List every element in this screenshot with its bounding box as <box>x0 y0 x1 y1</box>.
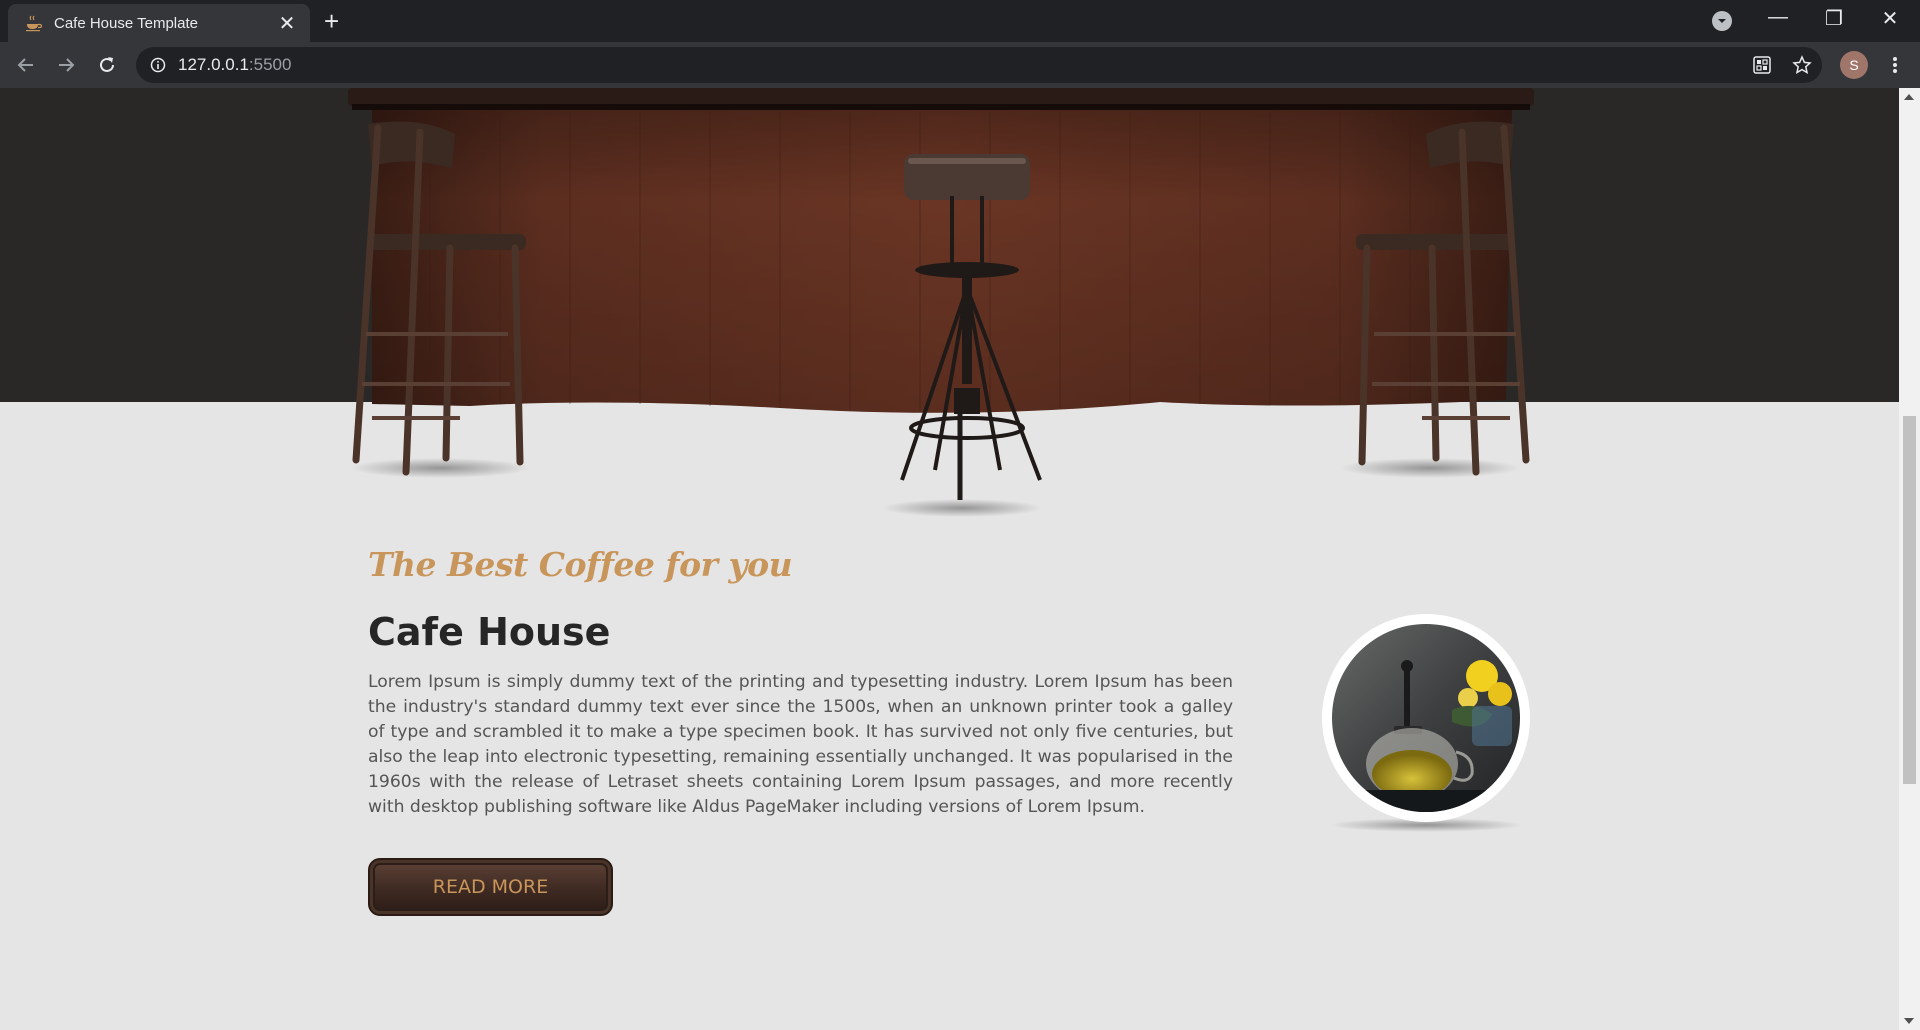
forward-arrow-icon[interactable] <box>52 51 80 79</box>
scroll-thumb[interactable] <box>1903 416 1916 784</box>
close-icon[interactable]: ✕ <box>276 11 298 36</box>
avatar[interactable]: S <box>1840 51 1868 79</box>
tab-search-icon[interactable] <box>1712 11 1732 31</box>
minimize-icon[interactable]: — <box>1758 6 1798 29</box>
menu-dots-icon[interactable] <box>1883 53 1907 77</box>
restore-icon[interactable]: ❐ <box>1814 6 1854 31</box>
bar-counter-with-stools-image <box>348 88 1534 517</box>
window-close-icon[interactable]: ✕ <box>1870 6 1910 31</box>
teapot-circle-image <box>1322 614 1530 822</box>
scroll-down-arrow-icon[interactable] <box>1904 1018 1914 1024</box>
address-bar[interactable]: 127.0.0.1:5500 <box>136 47 1822 83</box>
plus-icon[interactable]: + <box>324 6 339 37</box>
reload-icon[interactable] <box>93 51 121 79</box>
coffee-cup-favicon-icon <box>26 15 43 32</box>
info-icon[interactable] <box>150 57 166 73</box>
browser-toolbar: 127.0.0.1:5500 S <box>0 42 1920 88</box>
tagline: The Best Coffee for you <box>368 545 793 584</box>
back-arrow-icon[interactable] <box>12 51 40 79</box>
translate-icon[interactable] <box>1750 53 1774 77</box>
page-scrollbar[interactable] <box>1899 88 1920 1030</box>
scroll-up-arrow-icon[interactable] <box>1904 94 1914 100</box>
star-icon[interactable] <box>1790 53 1814 77</box>
read-more-button[interactable]: READ MORE <box>368 858 613 916</box>
browser-tab-strip: Cafe House Template ✕ + — ❐ ✕ <box>0 0 1920 42</box>
intro-paragraph: Lorem Ipsum is simply dummy text of the … <box>368 672 1233 817</box>
url-text: 127.0.0.1:5500 <box>178 55 292 74</box>
page-viewport <box>0 88 1899 1030</box>
page-title: Cafe House <box>368 610 611 654</box>
tab-title: Cafe House Template <box>54 14 198 32</box>
browser-tab[interactable]: Cafe House Template ✕ <box>8 4 310 42</box>
